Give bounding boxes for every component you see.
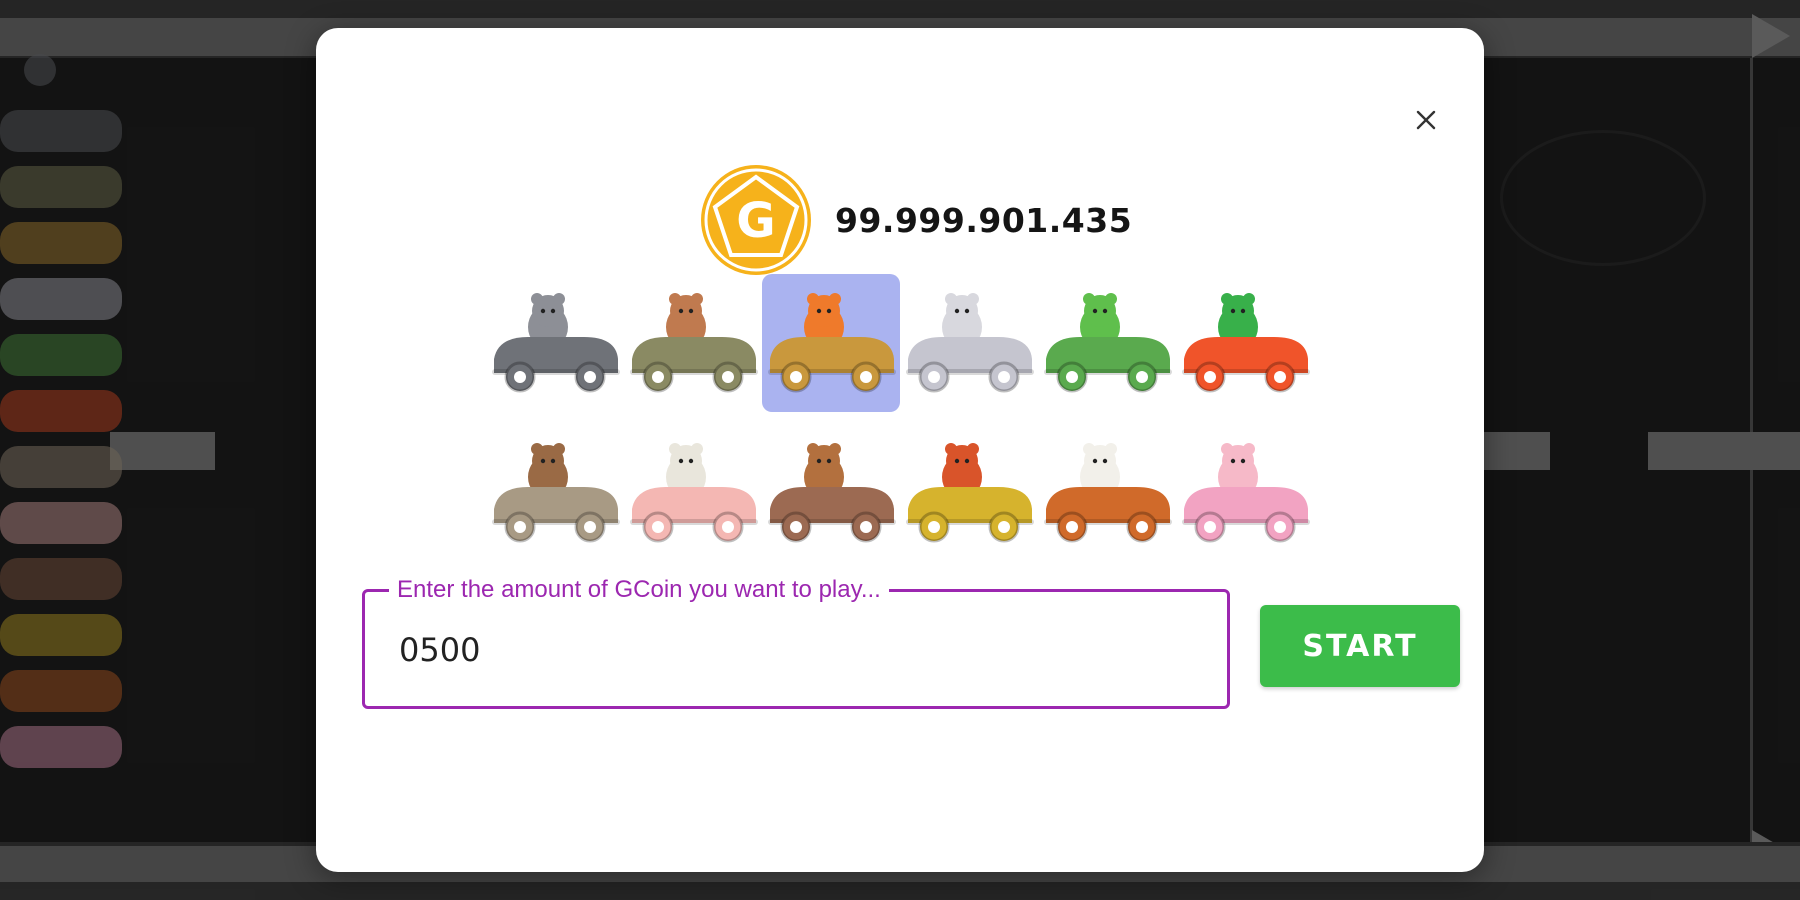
amount-field[interactable]: Enter the amount of GCoin you want to pl… — [362, 575, 1230, 709]
snake-car-icon — [1182, 293, 1310, 393]
amount-input[interactable] — [397, 618, 1201, 682]
car-option-tiger[interactable] — [762, 274, 900, 412]
car-option-dog[interactable] — [1038, 424, 1176, 562]
bet-dialog: G 99.999.901.435 Enter the amount of GCo… — [316, 28, 1484, 872]
car-option-pig[interactable] — [1176, 424, 1314, 562]
close-icon — [1416, 110, 1436, 130]
goat-car-icon — [630, 443, 758, 543]
amount-field-label: Enter the amount of GCoin you want to pl… — [389, 575, 889, 605]
car-option-rat[interactable] — [486, 274, 624, 412]
car-option-rooster[interactable] — [900, 424, 1038, 562]
coin-letter: G — [736, 193, 775, 249]
monkey-car-icon — [768, 443, 896, 543]
car-option-snake[interactable] — [1176, 274, 1314, 412]
ox-car-icon — [630, 293, 758, 393]
rooster-car-icon — [906, 443, 1034, 543]
car-option-cat[interactable] — [900, 274, 1038, 412]
dog-car-icon — [1044, 443, 1172, 543]
car-option-ox[interactable] — [624, 274, 762, 412]
tiger-car-icon — [768, 293, 896, 393]
dragon-car-icon — [1044, 293, 1172, 393]
gcoin-balance: G 99.999.901.435 — [699, 162, 1132, 278]
horse-car-icon — [492, 443, 620, 543]
car-option-goat[interactable] — [624, 424, 762, 562]
car-option-monkey[interactable] — [762, 424, 900, 562]
close-button[interactable] — [1410, 104, 1442, 136]
rat-car-icon — [492, 293, 620, 393]
cat-car-icon — [906, 293, 1034, 393]
start-button[interactable]: START — [1260, 605, 1460, 687]
gcoin-icon: G — [701, 165, 811, 275]
balance-amount: 99.999.901.435 — [835, 200, 1133, 240]
car-selection-grid — [486, 274, 1318, 562]
pig-car-icon — [1182, 443, 1310, 543]
car-option-horse[interactable] — [486, 424, 624, 562]
car-option-dragon[interactable] — [1038, 274, 1176, 412]
